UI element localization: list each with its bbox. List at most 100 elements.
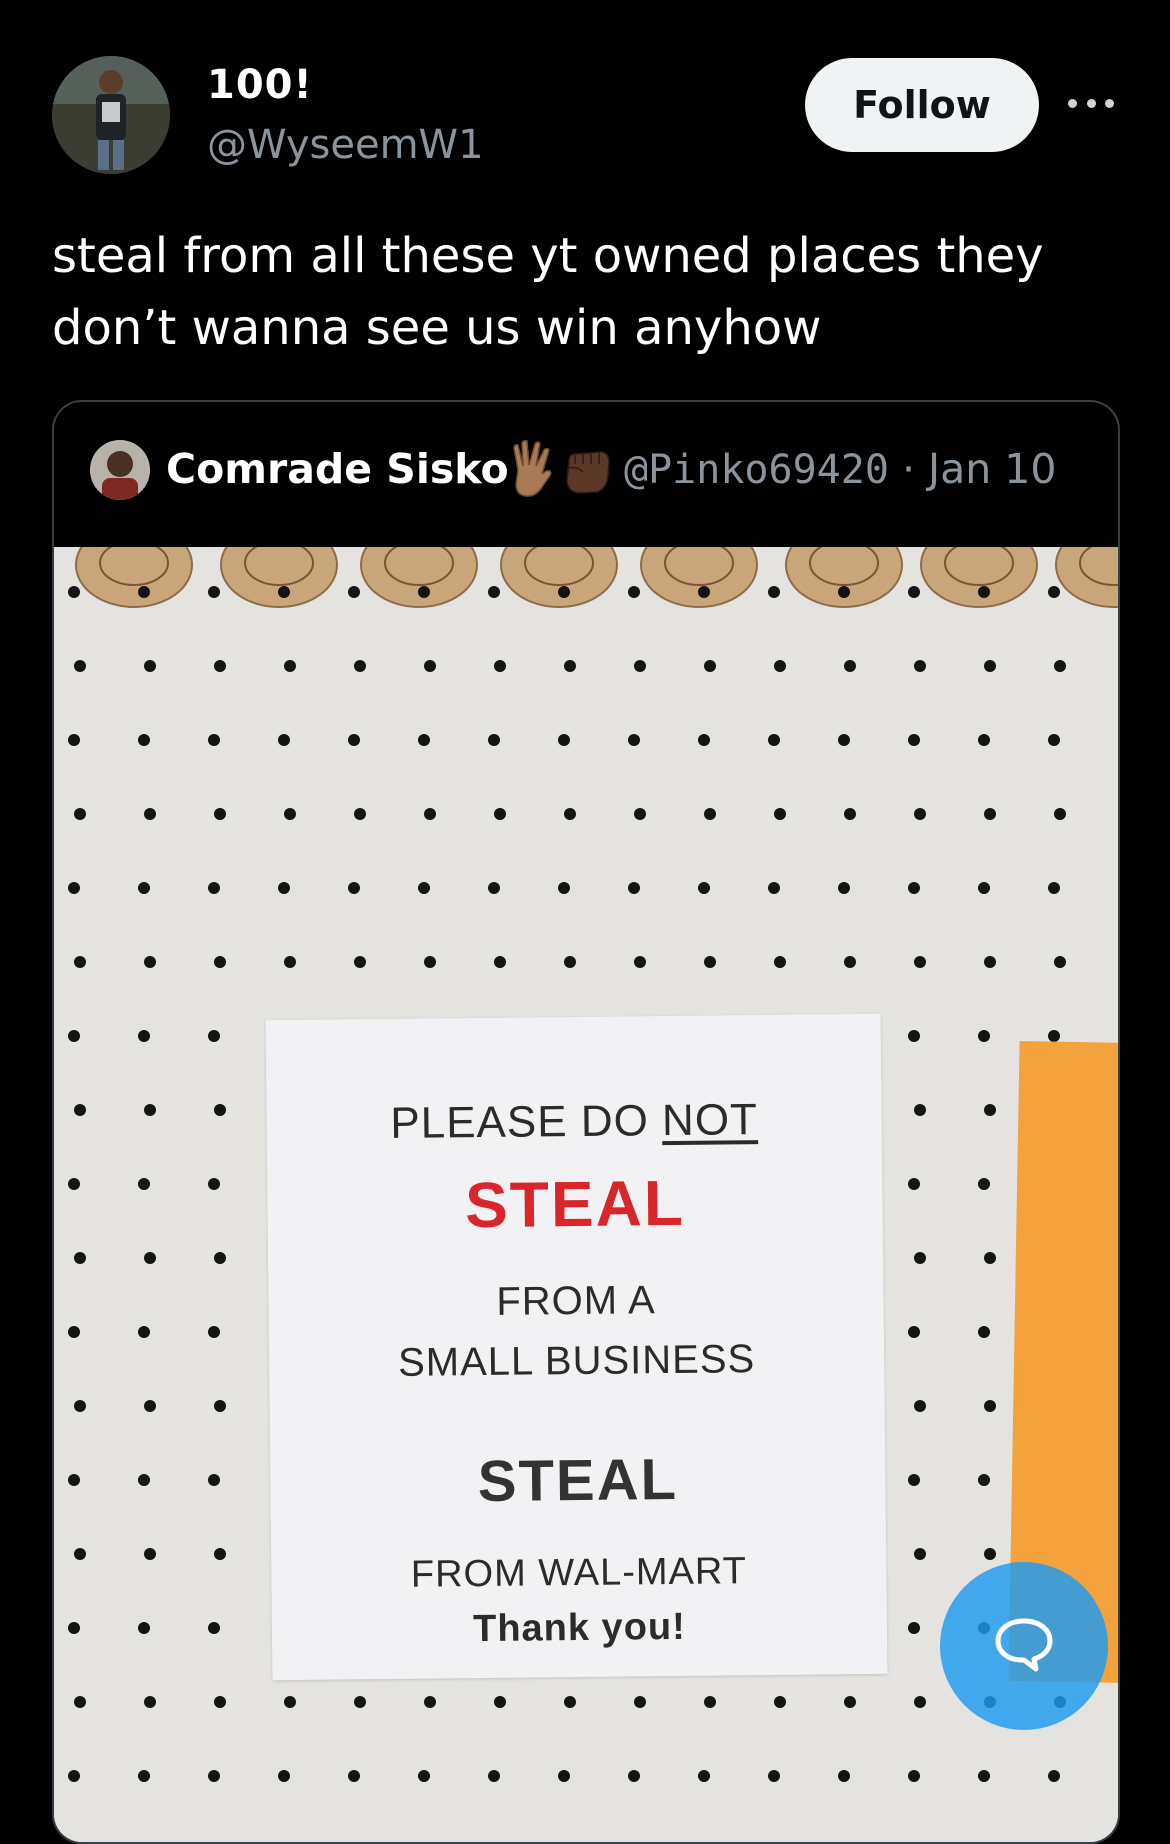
pegboard-hole	[74, 956, 86, 968]
pegboard-hole	[628, 1770, 640, 1782]
author-handle[interactable]: @WyseemW1	[207, 122, 484, 168]
pegboard-hole	[768, 586, 780, 598]
pegboard-hole	[558, 1770, 570, 1782]
pegboard-hole	[418, 882, 430, 894]
post-text-line-1: steal from all these yt owned places the…	[52, 228, 1044, 284]
meta-separator: ·	[888, 445, 929, 493]
pegboard-hole	[494, 808, 506, 820]
pegboard-hole	[908, 1770, 920, 1782]
pegboard-hole	[838, 1770, 850, 1782]
pegboard-hole	[768, 734, 780, 746]
sign-line-1: PLEASE DO NOT	[390, 1095, 759, 1148]
pegboard-hole	[908, 734, 920, 746]
pegboard-hole	[984, 1400, 996, 1412]
pegboard-hole	[68, 586, 80, 598]
pegboard-hole	[978, 586, 990, 598]
pegboard-hole	[844, 956, 856, 968]
pegboard-hole	[74, 808, 86, 820]
pegboard-hole	[284, 660, 296, 672]
pegboard-hole	[844, 1696, 856, 1708]
pegboard-hole	[138, 734, 150, 746]
quoted-author-name: Comrade Sisko	[166, 445, 509, 493]
pegboard-hole	[144, 956, 156, 968]
pegboard-hole	[214, 1252, 226, 1264]
pegboard-hole	[348, 734, 360, 746]
pegboard-hole	[1054, 956, 1066, 968]
pegboard-hole	[278, 1770, 290, 1782]
pegboard-hole	[424, 956, 436, 968]
pegboard-hole	[208, 1178, 220, 1190]
pegboard-hole	[144, 660, 156, 672]
pegboard-hole	[978, 1178, 990, 1190]
pegboard-hole	[564, 808, 576, 820]
pegboard-hole	[908, 1178, 920, 1190]
pegboard-hole	[354, 808, 366, 820]
pegboard-hole	[978, 1474, 990, 1486]
pegboard-hole	[774, 808, 786, 820]
pegboard-hole	[144, 1400, 156, 1412]
pegboard-hole	[984, 1104, 996, 1116]
pegboard-hole	[914, 1548, 926, 1560]
pegboard-hole	[984, 956, 996, 968]
pegboard-hole	[914, 660, 926, 672]
pegboard-hole	[144, 1104, 156, 1116]
pegboard-hole	[838, 882, 850, 894]
quoted-post-date: Jan 10	[928, 445, 1057, 493]
pegboard-hole	[214, 660, 226, 672]
pegboard-hole	[424, 660, 436, 672]
author-name[interactable]: 100!	[207, 62, 313, 108]
pegboard-hole	[74, 1400, 86, 1412]
pegboard-hole	[628, 882, 640, 894]
pegboard-hole	[208, 882, 220, 894]
pegboard-hole	[914, 808, 926, 820]
pegboard-hole	[208, 734, 220, 746]
pegboard-hole	[74, 660, 86, 672]
pegboard-hole	[908, 1326, 920, 1338]
sign-line-3: FROM A	[496, 1278, 656, 1324]
pegboard-hole	[1048, 1030, 1060, 1042]
pegboard-hole	[424, 1696, 436, 1708]
sign-line-4: SMALL BUSINESS	[397, 1337, 756, 1385]
pegboard-hole	[348, 1770, 360, 1782]
pegboard-hole	[208, 1326, 220, 1338]
reply-fab-button[interactable]	[940, 1562, 1108, 1730]
pegboard-hole	[838, 586, 850, 598]
follow-button[interactable]: Follow	[805, 58, 1039, 152]
pegboard-hole	[68, 1030, 80, 1042]
pegboard-hole	[704, 660, 716, 672]
pegboard-hole	[418, 1770, 430, 1782]
pegboard-hole	[208, 1030, 220, 1042]
pegboard-hole	[68, 882, 80, 894]
pegboard-hole	[704, 1696, 716, 1708]
sign-line-7: Thank you!	[472, 1605, 687, 1651]
pegboard-hole	[214, 1400, 226, 1412]
pegboard-hole	[978, 734, 990, 746]
pegboard-hole	[1048, 1770, 1060, 1782]
pegboard-hole	[558, 586, 570, 598]
pegboard-hole	[908, 1030, 920, 1042]
pegboard-hole	[144, 1548, 156, 1560]
pegboard-hole	[354, 1696, 366, 1708]
pegboard-hole	[634, 1696, 646, 1708]
pegboard-hole	[354, 956, 366, 968]
pegboard-hole	[488, 586, 500, 598]
pegboard-hole	[914, 1104, 926, 1116]
pegboard-hole	[978, 1326, 990, 1338]
pegboard-hole	[74, 1104, 86, 1116]
more-options-icon[interactable]	[1068, 92, 1114, 114]
pegboard-hole	[1054, 660, 1066, 672]
pegboard-hole	[214, 1104, 226, 1116]
pegboard-hole	[704, 808, 716, 820]
pegboard-hole	[908, 1474, 920, 1486]
pegboard-hole	[424, 808, 436, 820]
pegboard-hole	[564, 956, 576, 968]
pegboard-hole	[348, 586, 360, 598]
sign-line-2: STEAL	[464, 1166, 686, 1242]
pegboard-hole	[488, 1770, 500, 1782]
pegboard-hole	[768, 1770, 780, 1782]
pegboard-hole	[698, 734, 710, 746]
author-avatar[interactable]	[52, 56, 170, 174]
pegboard-hole	[494, 956, 506, 968]
pegboard-hole	[494, 660, 506, 672]
pegboard-hole	[68, 734, 80, 746]
